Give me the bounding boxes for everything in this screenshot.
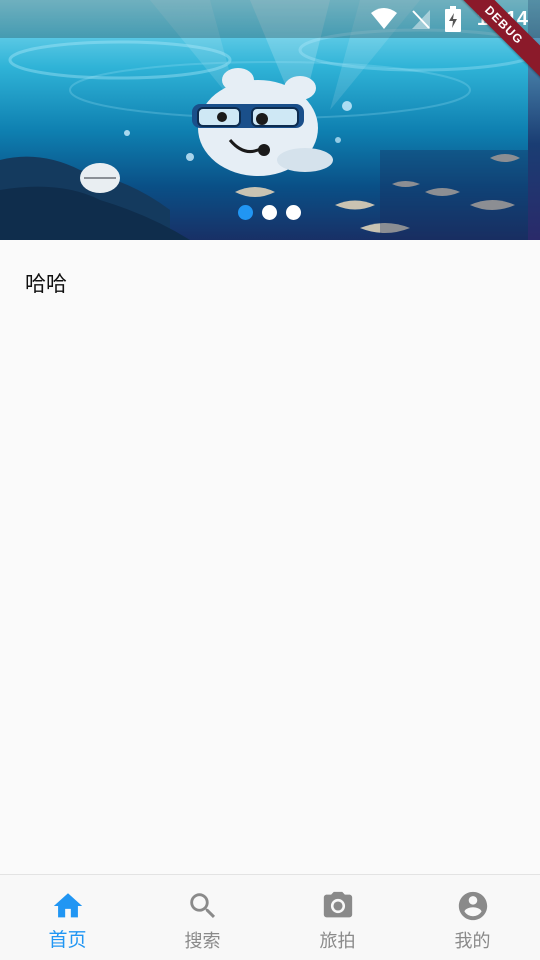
search-icon — [189, 893, 215, 919]
nav-label-travel-photo: 旅拍 — [319, 931, 356, 952]
carousel-indicator — [238, 205, 301, 220]
nav-item-home[interactable]: 首页 — [0, 875, 135, 960]
wifi-icon — [370, 8, 397, 29]
nav-label-search: 搜索 — [184, 931, 221, 952]
battery-charging-icon — [444, 6, 461, 32]
bottom-navigation: 首页 搜索 旅拍 我的 — [0, 874, 540, 960]
home-icon — [53, 893, 82, 918]
status-bar: 10:14 DEBUG — [0, 0, 540, 83]
no-signal-icon — [411, 10, 430, 29]
carousel-dot-3[interactable] — [286, 205, 301, 220]
carousel-dot-2[interactable] — [262, 205, 277, 220]
camera-icon — [323, 891, 352, 918]
account-icon — [458, 891, 487, 921]
nav-item-mine[interactable]: 我的 — [405, 875, 540, 960]
carousel-dot-1[interactable] — [238, 205, 253, 220]
nav-label-home: 首页 — [48, 929, 87, 951]
nav-item-search[interactable]: 搜索 — [135, 875, 270, 960]
nav-label-mine: 我的 — [454, 931, 491, 952]
content-text: 哈哈 — [25, 272, 67, 296]
nav-item-travel-photo[interactable]: 旅拍 — [270, 875, 405, 960]
